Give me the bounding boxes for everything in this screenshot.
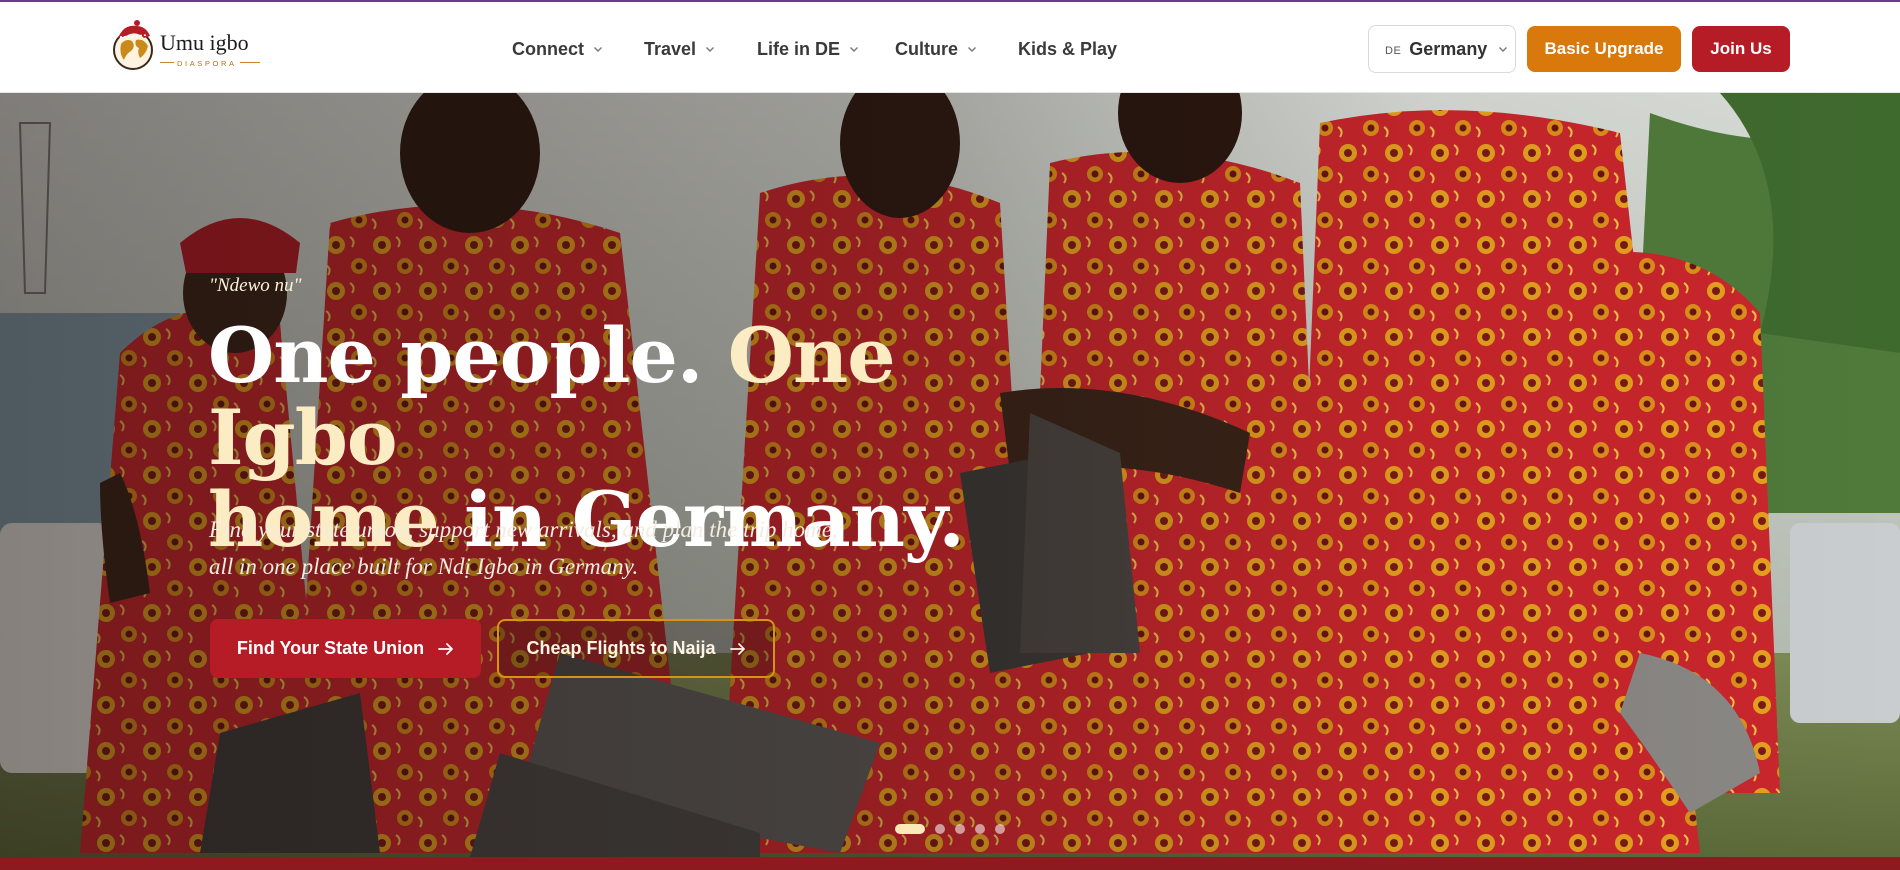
- chevron-down-icon: [1499, 47, 1508, 52]
- hero-description-line: all in one place built for Ndị Igbo in G…: [209, 554, 639, 579]
- cheap-flights-button[interactable]: Cheap Flights to Naija: [497, 619, 775, 678]
- find-state-union-button[interactable]: Find Your State Union: [210, 619, 481, 678]
- site-header: Umu igbo DIASPORA Connect Travel Life in…: [0, 2, 1900, 93]
- carousel-dot-2[interactable]: [935, 824, 945, 834]
- site-logo[interactable]: Umu igbo DIASPORA: [112, 18, 260, 74]
- nav-label: Culture: [895, 38, 958, 59]
- carousel-dot-4[interactable]: [975, 824, 985, 834]
- join-us-button[interactable]: Join Us: [1692, 26, 1790, 72]
- headline-text: One people.: [208, 311, 728, 400]
- country-name: Germany: [1409, 38, 1488, 59]
- section-divider-band: [0, 857, 1900, 870]
- nav-item-life-in-de[interactable]: Life in DE: [757, 38, 859, 60]
- hero-description: Find your state union, support new arriv…: [209, 511, 969, 585]
- country-selector[interactable]: DE Germany: [1368, 25, 1516, 73]
- country-code: DE: [1385, 44, 1402, 57]
- hero-description-line: Find your state union, support new arriv…: [209, 517, 838, 542]
- nav-label: Travel: [644, 38, 697, 59]
- nav-label: Connect: [512, 38, 584, 59]
- brand-tagline: DIASPORA: [174, 59, 240, 68]
- button-label: Cheap Flights to Naija: [526, 638, 716, 658]
- hero-section: "Ndewo nu" One people. One Igbo home in …: [0, 93, 1900, 857]
- nav-item-connect[interactable]: Connect: [512, 38, 603, 60]
- arrow-right-icon: [438, 642, 454, 655]
- brand-name: Umu igbo: [160, 30, 249, 55]
- carousel-dot-5[interactable]: [995, 824, 1005, 834]
- nav-item-culture[interactable]: Culture: [895, 38, 977, 60]
- button-label: Find Your State Union: [236, 638, 425, 658]
- arrow-right-icon: [729, 642, 745, 655]
- basic-upgrade-button[interactable]: Basic Upgrade: [1527, 26, 1681, 72]
- chevron-down-icon: [968, 47, 976, 52]
- nav-label: Life in DE: [757, 38, 841, 59]
- carousel-dot-1[interactable]: [895, 824, 925, 834]
- globe-logo-icon: [113, 20, 153, 70]
- nav-item-travel[interactable]: Travel: [644, 38, 715, 60]
- nav-label: Kids & Play: [1018, 38, 1118, 59]
- chevron-down-icon: [706, 47, 715, 52]
- carousel-dot-3[interactable]: [955, 824, 965, 834]
- chevron-down-icon: [850, 47, 859, 52]
- nav-item-kids-and-play[interactable]: Kids & Play: [1018, 38, 1117, 60]
- hero-greeting: "Ndewo nu": [209, 275, 302, 296]
- chevron-down-icon: [594, 47, 602, 52]
